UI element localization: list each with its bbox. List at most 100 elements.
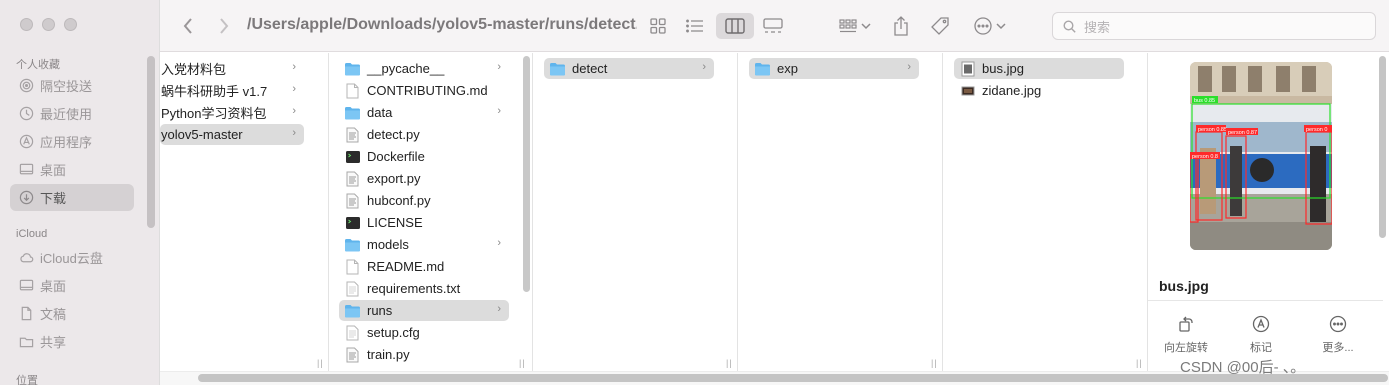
list-item-selected[interactable]: yolov5-master › (160, 124, 304, 145)
download-icon (18, 190, 34, 206)
item-label: train.py (367, 347, 410, 362)
search-field[interactable]: 搜索 (1052, 12, 1376, 40)
more-icon (1329, 315, 1347, 333)
close-button[interactable] (20, 18, 33, 31)
sidebar-item-icloud-drive[interactable]: iCloud云盘 (10, 244, 134, 271)
column-resize-handle[interactable]: || (519, 358, 526, 368)
image-file-icon (959, 83, 976, 99)
desktop-icon (18, 162, 34, 178)
sidebar-scrollbar[interactable] (147, 56, 155, 228)
more-actions-button[interactable] (970, 13, 1010, 39)
forward-button[interactable] (212, 13, 236, 39)
folder-icon (344, 105, 361, 121)
tag-icon (931, 17, 949, 35)
column-4: exp › || (738, 53, 943, 371)
minimize-button[interactable] (42, 18, 55, 31)
image-preview: bus 0.85 person 0.85 person 0.87 person … (1190, 62, 1332, 250)
list-item-selected[interactable]: exp › (749, 58, 919, 79)
list-item[interactable]: README.md (339, 256, 509, 277)
list-item[interactable]: export.py (339, 168, 509, 189)
list-item[interactable]: CONTRIBUTING.md (339, 80, 509, 101)
sidebar-item-airdrop[interactable]: 隔空投送 (10, 72, 134, 99)
sidebar-item-applications[interactable]: 应用程序 (10, 128, 134, 155)
more-button[interactable]: 更多... (1303, 315, 1373, 355)
column-scrollbar[interactable] (523, 56, 530, 292)
search-icon (1063, 19, 1076, 33)
desktop-icon (18, 278, 34, 294)
list-item[interactable]: __pycache__ › (339, 58, 509, 79)
chevron-right-icon: › (497, 303, 501, 315)
share-button[interactable] (889, 13, 913, 39)
icloud-header: iCloud (16, 228, 48, 240)
back-button[interactable] (176, 13, 200, 39)
list-item[interactable]: train.py (339, 344, 509, 365)
list-item[interactable]: LICENSE (339, 212, 509, 233)
list-item[interactable]: Dockerfile (339, 146, 509, 167)
text-file-icon (344, 325, 361, 341)
list-item[interactable]: requirements.txt (339, 278, 509, 299)
item-label: __pycache__ (367, 61, 445, 76)
list-view-button[interactable] (682, 13, 708, 39)
item-label: exp (777, 61, 798, 76)
list-item[interactable]: 蜗牛科研助手 v1.7 › (160, 80, 304, 101)
sidebar-item-recents[interactable]: 最近使用 (10, 100, 134, 127)
chevron-down-icon (861, 23, 871, 30)
sidebar-item-desktop[interactable]: 桌面 (10, 156, 134, 183)
item-label: Dockerfile (367, 149, 425, 164)
tags-button[interactable] (928, 13, 954, 39)
list-item[interactable]: setup.cfg (339, 322, 509, 343)
rotate-left-button[interactable]: 向左旋转 (1151, 315, 1221, 355)
list-item-selected[interactable]: bus.jpg (954, 58, 1124, 79)
column-resize-handle[interactable]: || (1136, 358, 1143, 368)
sidebar-item-documents[interactable]: 文稿 (10, 300, 134, 327)
column-resize-handle[interactable]: || (317, 358, 324, 368)
list-item[interactable]: detect.py (339, 124, 509, 145)
document-icon (344, 83, 361, 99)
script-file-icon (344, 347, 361, 363)
gallery-icon (763, 18, 783, 33)
document-icon (18, 306, 34, 322)
item-label: README.md (367, 259, 445, 274)
text-file-icon (344, 281, 361, 297)
list-item[interactable]: Python学习资料包 › (160, 102, 304, 123)
list-item[interactable]: hubconf.py (339, 190, 509, 211)
sidebar-item-shared[interactable]: 共享 (10, 328, 134, 355)
chevron-right-icon: › (292, 83, 296, 95)
list-item-selected[interactable]: detect › (544, 58, 714, 79)
column-resize-handle[interactable]: || (931, 358, 938, 368)
sidebar-item-icloud-desktop[interactable]: 桌面 (10, 272, 134, 299)
sidebar-item-label: 隔空投送 (40, 79, 93, 94)
list-item[interactable]: 入党材料包 › (160, 58, 304, 79)
list-item[interactable]: models › (339, 234, 509, 255)
column-resize-handle[interactable]: || (726, 358, 733, 368)
sidebar: 个人收藏 隔空投送 最近使用 应用程序 桌面 下载 iCloud iCloud云… (0, 0, 160, 385)
shared-folder-icon (18, 334, 34, 350)
markup-button[interactable]: 标记 (1226, 315, 1296, 355)
zoom-button[interactable] (64, 18, 77, 31)
list-item-selected[interactable]: runs › (339, 300, 509, 321)
sidebar-item-downloads[interactable]: 下载 (10, 184, 134, 211)
column-1: 入党材料包 › 蜗牛科研助手 v1.7 › Python学习资料包 › yolov5-… (160, 53, 329, 371)
chevron-right-icon: › (292, 105, 296, 117)
sidebar-item-label: 桌面 (40, 163, 67, 178)
folder-icon (344, 237, 361, 253)
chevron-right-icon: › (292, 61, 296, 73)
detection-label: person 0.85 (1198, 127, 1227, 133)
sidebar-item-label: iCloud云盘 (40, 251, 103, 266)
item-label: hubconf.py (367, 193, 431, 208)
image-file-icon (959, 61, 976, 77)
group-by-button[interactable] (836, 13, 874, 39)
list-item[interactable]: data › (339, 102, 509, 123)
chevron-right-icon: › (907, 61, 911, 73)
list-item[interactable]: zidane.jpg (954, 80, 1124, 101)
item-label: setup.cfg (367, 325, 420, 340)
gallery-view-button[interactable] (760, 13, 786, 39)
preview-scrollbar[interactable] (1379, 56, 1386, 238)
chevron-right-icon: › (497, 105, 501, 117)
item-label: data (367, 105, 393, 120)
detection-label: person 0.87 (1228, 130, 1257, 136)
favorites-header: 个人收藏 (16, 59, 60, 71)
icon-view-button[interactable] (646, 13, 670, 39)
columns-icon (725, 18, 745, 34)
column-view-button[interactable] (716, 13, 754, 39)
